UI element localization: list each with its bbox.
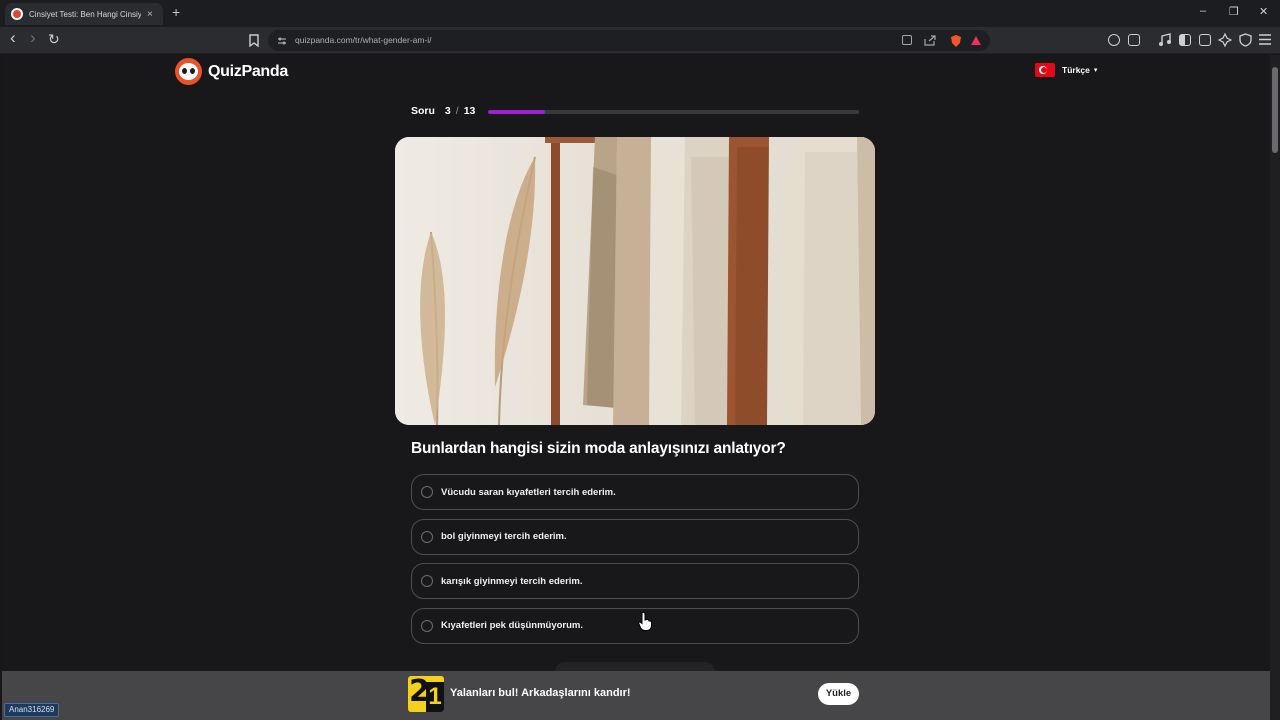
app-logo-icon: 2 1: [408, 676, 444, 712]
site-info-icon[interactable]: [277, 36, 287, 46]
app-logo-digit-b: 1: [426, 682, 444, 712]
answer-option-label: Vücudu saran kıyafetleri tercih ederim.: [441, 486, 616, 498]
reader-mode-icon[interactable]: [902, 35, 912, 45]
wallet-icon[interactable]: [1128, 34, 1140, 46]
answer-option-label: karışık giyinmeyi tercih ederim.: [441, 575, 583, 587]
radio-button[interactable]: [421, 575, 433, 587]
chevron-down-icon: ▾: [1093, 67, 1098, 74]
progress-separator: /: [455, 105, 459, 117]
turkey-flag-icon: [1035, 63, 1055, 77]
radio-button[interactable]: [421, 619, 433, 632]
brave-rewards-icon[interactable]: [970, 35, 982, 46]
url-text: quizpanda.com/tr/what-gender-am-i/: [295, 35, 432, 45]
brand-name: QuizPanda: [208, 62, 288, 80]
current-question-number: 3: [444, 105, 451, 117]
minimize-button[interactable]: –: [1200, 5, 1206, 17]
forward-button[interactable]: ›: [30, 28, 36, 48]
language-label: Türkçe: [1062, 65, 1090, 75]
question-image: [395, 137, 875, 425]
radio-button[interactable]: [421, 530, 433, 543]
restore-button[interactable]: ❐: [1229, 5, 1239, 18]
progress-bar: [488, 110, 859, 114]
browser-toolbar: ‹ › ↻ quizpanda.com/tr/what-gender-am-i/: [0, 27, 1280, 54]
banner-text: Yalanları bul! Arkadaşlarını kandır!: [450, 687, 631, 699]
site-logo[interactable]: QuizPanda: [175, 58, 288, 85]
tab-title: Cinsiyet Testi: Ben Hangi Cinsiyetim: [29, 9, 141, 19]
question-text: Bunlardan hangisi sizin moda anlayışınız…: [411, 440, 786, 457]
panda-logo-icon: [175, 58, 202, 85]
extensions-icon[interactable]: [1108, 34, 1120, 46]
shield-icon[interactable]: [1239, 33, 1252, 47]
radio-button[interactable]: [421, 486, 433, 498]
address-bar[interactable]: quizpanda.com/tr/what-gender-am-i/: [268, 30, 990, 51]
language-selector[interactable]: Türkçe ▾: [1035, 63, 1097, 77]
menu-icon[interactable]: [1259, 34, 1271, 45]
new-tab-button[interactable]: +: [172, 4, 180, 20]
leo-ai-icon[interactable]: [1218, 33, 1232, 47]
total-questions: 13: [463, 105, 476, 117]
progress-label: Soru: [411, 105, 435, 117]
answer-option-label: bol giyinmeyi tercih ederim.: [441, 531, 567, 542]
quizpanda-favicon-icon: [11, 8, 23, 20]
tab-close-icon[interactable]: ×: [147, 9, 153, 20]
scrollbar-thumb[interactable]: [1272, 67, 1278, 153]
answer-option[interactable]: Vücudu saran kıyafetleri tercih ederim.: [411, 474, 859, 510]
page-scrollbar[interactable]: [1270, 55, 1280, 720]
answer-option[interactable]: bol giyinmeyi tercih ederim.: [411, 518, 859, 555]
music-icon[interactable]: [1158, 33, 1172, 47]
answer-option[interactable]: Kıyafetleri pek düşünmüyorum.: [411, 607, 859, 644]
promo-banner: 2 1 Yalanları bul! Arkadaşlarını kandır!…: [2, 671, 1270, 720]
user-chip: Anan316269: [4, 703, 60, 717]
share-icon[interactable]: [924, 35, 936, 46]
clothing-rack-illustration: [395, 137, 875, 425]
question-progress: Soru 3 / 13: [411, 104, 859, 118]
tab-strip: Cinsiyet Testi: Ben Hangi Cinsiyetim × +…: [0, 0, 1280, 27]
reload-button[interactable]: ↻: [48, 31, 60, 48]
brave-shield-icon[interactable]: [949, 34, 963, 48]
sidebar-icon[interactable]: [1179, 34, 1191, 46]
answer-option-label: Kıyafetleri pek düşünmüyorum.: [441, 620, 584, 631]
install-button[interactable]: Yükle: [818, 683, 859, 705]
back-button[interactable]: ‹: [10, 28, 16, 48]
vpn-icon[interactable]: [1199, 34, 1211, 46]
close-window-button[interactable]: ✕: [1259, 5, 1268, 18]
answer-options: Vücudu saran kıyafetleri tercih ederim. …: [411, 474, 859, 652]
progress-bar-fill: [488, 110, 546, 114]
browser-tab[interactable]: Cinsiyet Testi: Ben Hangi Cinsiyetim ×: [5, 3, 163, 25]
bookmark-icon[interactable]: [249, 34, 259, 47]
answer-option[interactable]: karışık giyinmeyi tercih ederim.: [411, 563, 859, 599]
hand-cursor-icon: [638, 612, 652, 631]
